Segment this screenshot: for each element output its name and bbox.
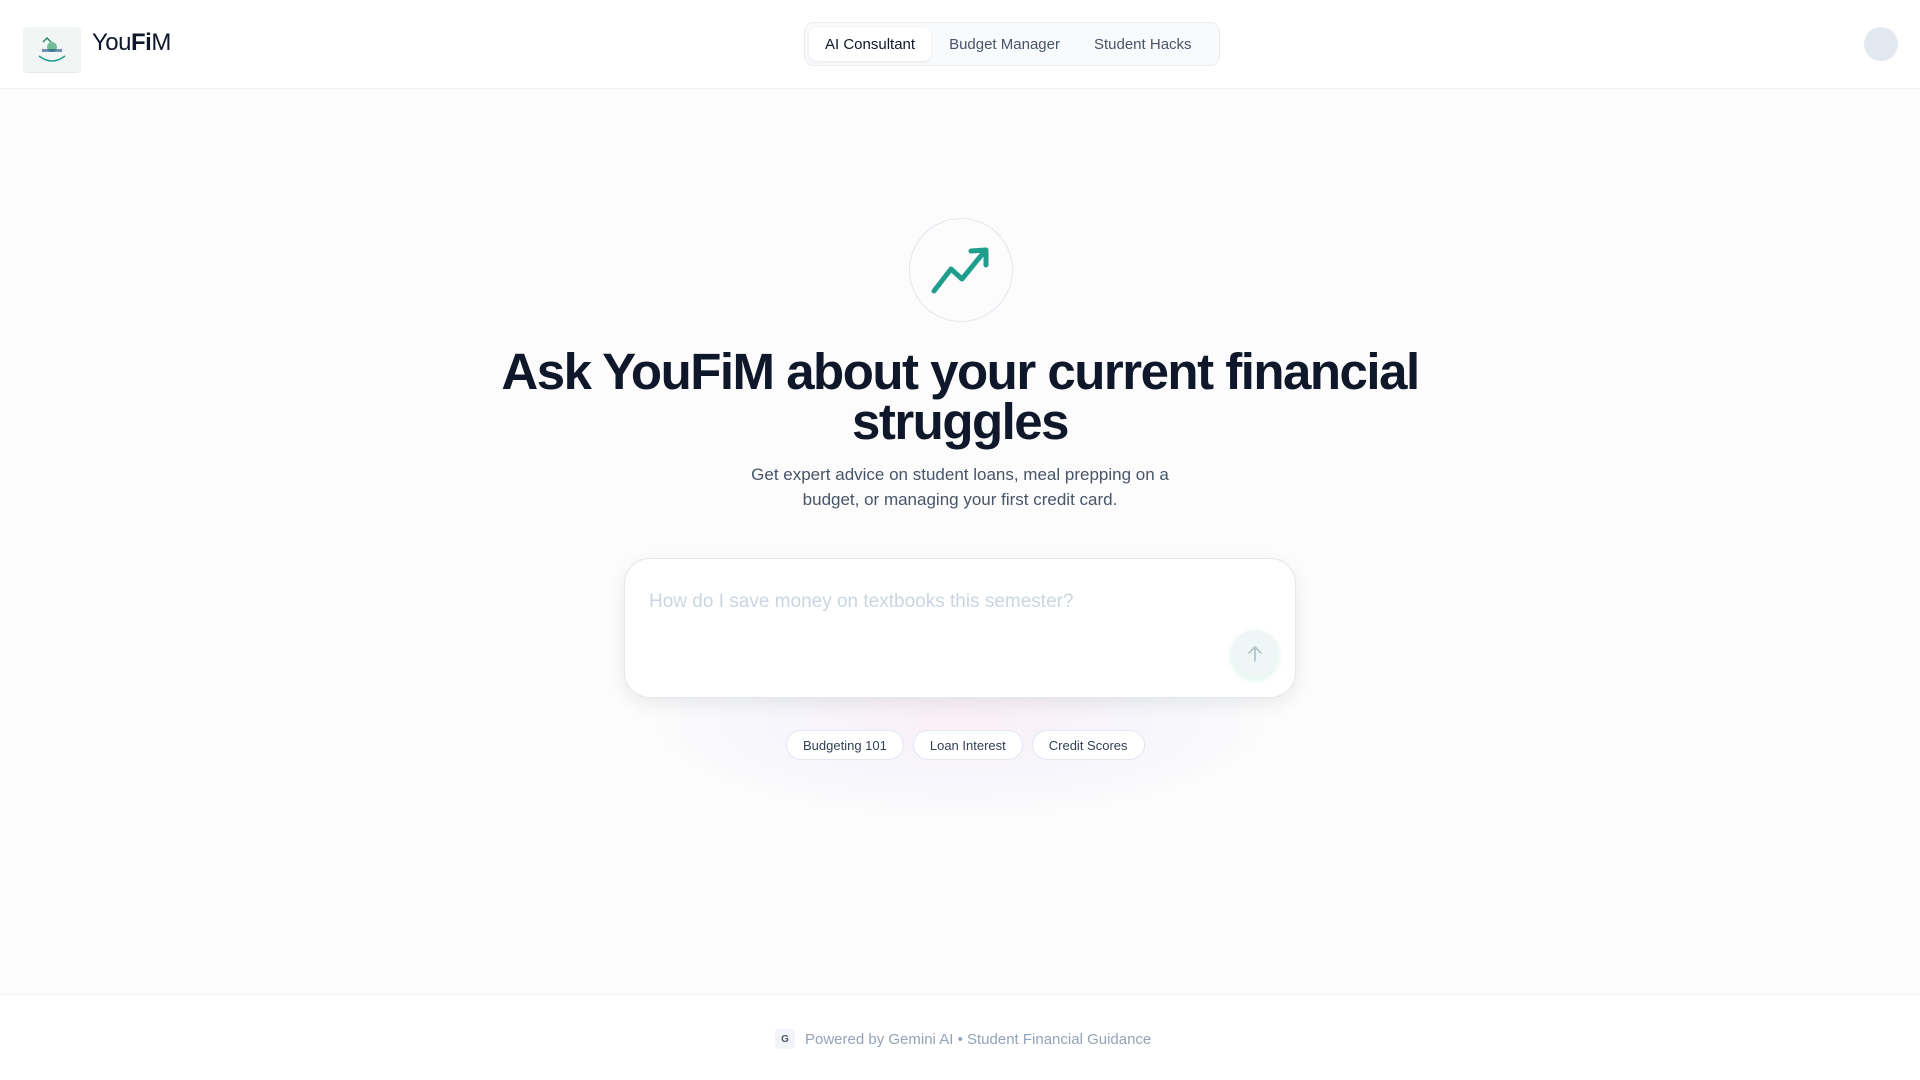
hero-icon-circle [909, 218, 1013, 322]
chip-budgeting-101[interactable]: Budgeting 101 [786, 730, 904, 760]
footer-content: G Powered by Gemini AI • Student Financi… [775, 1029, 1151, 1049]
ask-box [624, 558, 1296, 698]
brand-prefix: You [92, 29, 132, 56]
trending-up-icon [931, 247, 989, 294]
footer-text: Powered by Gemini AI • Student Financial… [805, 1030, 1152, 1048]
send-button[interactable] [1231, 630, 1279, 678]
tab-budget-manager[interactable]: Budget Manager [933, 27, 1076, 61]
top-bar: YouFiM AI Consultant Budget Manager Stud… [0, 0, 1920, 89]
page-title: Ask YouFiM about your current financial … [501, 343, 1420, 450]
logo[interactable] [23, 27, 81, 73]
main-tabs: AI Consultant Budget Manager Student Hac… [804, 22, 1220, 66]
chip-loan-interest[interactable]: Loan Interest [912, 730, 1023, 760]
footer: G Powered by Gemini AI • Student Financi… [0, 994, 1920, 1080]
logo-icon [38, 36, 66, 62]
brand-suffix: M [151, 29, 171, 56]
suggestion-chips: Budgeting 101 Loan Interest Credit Score… [786, 730, 1154, 760]
arrow-up-icon [1248, 646, 1262, 662]
brand-bold: Fi [131, 29, 152, 56]
chip-credit-scores[interactable]: Credit Scores [1031, 730, 1145, 760]
page-subtitle: Get expert advice on student loans, meal… [751, 465, 1169, 509]
avatar[interactable] [1864, 27, 1898, 61]
gemini-badge-icon: G [775, 1029, 795, 1049]
tab-ai-consultant[interactable]: AI Consultant [809, 27, 932, 61]
brand-name: YouFiM [92, 29, 171, 57]
tab-student-hacks[interactable]: Student Hacks [1078, 27, 1208, 61]
ask-input[interactable] [649, 591, 1209, 613]
